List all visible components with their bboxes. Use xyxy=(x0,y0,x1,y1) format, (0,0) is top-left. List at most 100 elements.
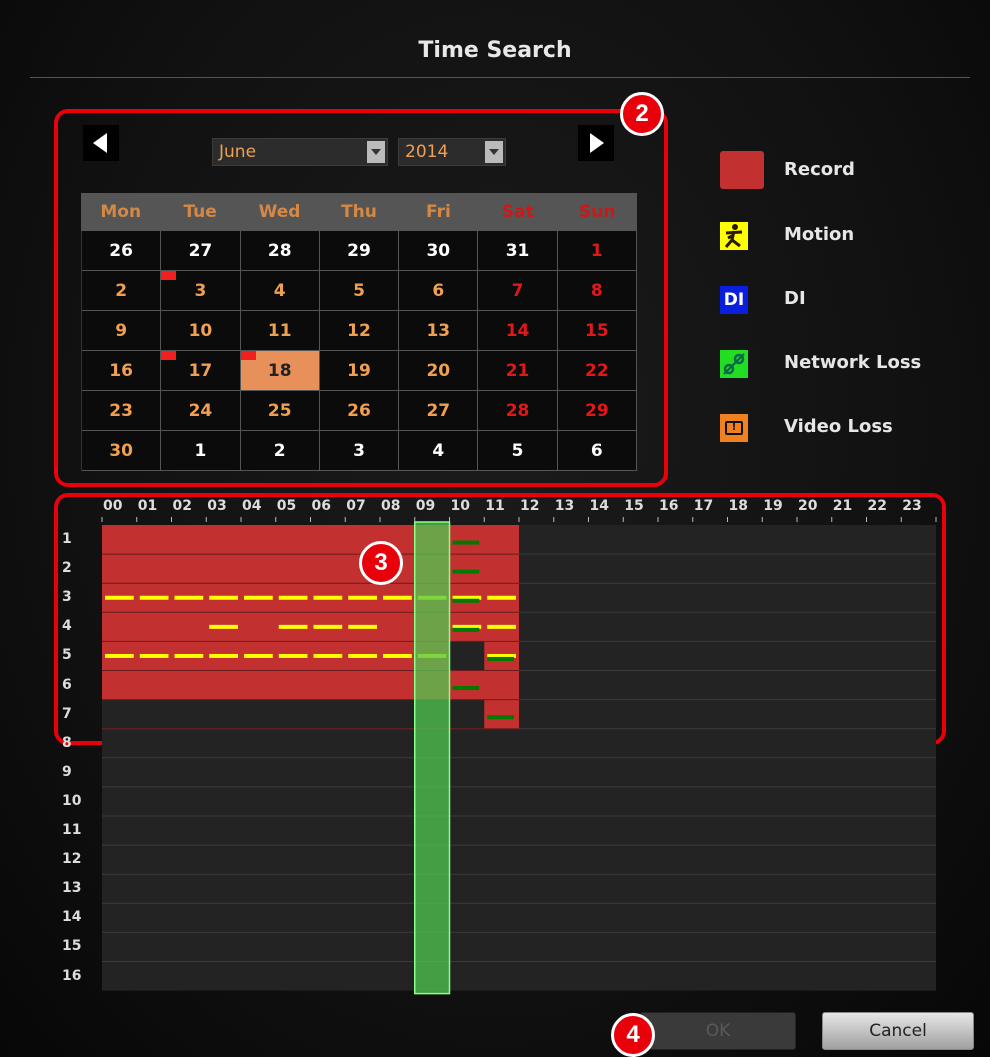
network-loss-icon xyxy=(720,350,748,378)
calendar-day[interactable]: 4 xyxy=(399,431,479,471)
weekday-sun: Sun xyxy=(579,202,616,222)
channel-label: 4 xyxy=(62,618,72,635)
calendar-day[interactable]: 16 xyxy=(82,351,162,391)
prev-month-button[interactable] xyxy=(83,125,119,161)
calendar-day-number: 25 xyxy=(267,401,292,421)
callout-badge-calendar: 2 xyxy=(620,92,664,136)
calendar-day[interactable]: 10 xyxy=(161,311,241,351)
calendar-day[interactable]: 7 xyxy=(478,271,558,311)
calendar-day[interactable]: 27 xyxy=(161,231,241,271)
calendar-day[interactable]: 29 xyxy=(319,231,400,271)
calendar-day[interactable]: 28 xyxy=(478,391,558,431)
calendar-day[interactable]: 6 xyxy=(557,431,637,471)
calendar-day-number: 2 xyxy=(273,441,286,461)
calendar-day[interactable]: 30 xyxy=(82,431,162,471)
calendar-day-number: 27 xyxy=(188,241,213,261)
calendar-day-number: 23 xyxy=(109,401,133,421)
calendar-day[interactable]: 1 xyxy=(557,231,637,271)
channel-label: 13 xyxy=(62,880,82,897)
calendar-day-number: 27 xyxy=(426,401,451,421)
calendar-day-number: 9 xyxy=(115,321,128,341)
record-flag-icon xyxy=(161,271,177,280)
calendar-day-number: 10 xyxy=(188,321,213,341)
calendar-day[interactable]: 1 xyxy=(161,431,241,471)
channel-label: 3 xyxy=(62,589,72,606)
di-icon-text: DI xyxy=(723,290,745,310)
calendar-day[interactable]: 2 xyxy=(240,431,320,471)
hour-label: 03 xyxy=(207,498,227,514)
hour-label: 00 xyxy=(103,498,123,514)
legend-label: Motion xyxy=(784,224,855,245)
calendar-day[interactable]: 31 xyxy=(478,231,558,271)
calendar-day[interactable]: 20 xyxy=(399,351,479,391)
calendar-day-number: 26 xyxy=(109,241,133,261)
hour-label: 09 xyxy=(415,498,436,514)
calendar-day[interactable]: 8 xyxy=(557,271,637,311)
calendar-day[interactable]: 27 xyxy=(399,391,479,431)
calendar-day-number: 11 xyxy=(267,321,292,341)
calendar-day[interactable]: 26 xyxy=(319,391,400,431)
calendar-day[interactable]: 21 xyxy=(478,351,558,391)
hour-label: 18 xyxy=(728,498,748,514)
calendar-day[interactable]: 26 xyxy=(82,231,162,271)
calendar-day-number: 6 xyxy=(432,281,445,301)
year-select[interactable]: 2014 xyxy=(398,138,506,166)
calendar-day-number: 22 xyxy=(585,361,609,381)
calendar-day[interactable]: 23 xyxy=(82,391,162,431)
calendar-day[interactable]: 14 xyxy=(478,311,558,351)
next-month-button[interactable] xyxy=(578,125,614,161)
calendar-day-number: 28 xyxy=(267,241,292,261)
calendar-day-number: 4 xyxy=(273,281,286,301)
channel-label: 9 xyxy=(62,763,72,780)
chevron-down-icon xyxy=(485,141,503,163)
year-select-value: 2014 xyxy=(405,142,449,162)
calendar-day-number: 31 xyxy=(505,241,530,261)
calendar-day-number: 29 xyxy=(347,241,371,261)
calendar-day[interactable]: 25 xyxy=(240,391,320,431)
calendar-day[interactable]: 13 xyxy=(399,311,479,351)
calendar-day-number: 6 xyxy=(590,441,603,461)
cancel-button[interactable]: Cancel xyxy=(822,1012,974,1050)
calendar-day[interactable]: 2 xyxy=(82,271,162,311)
calendar-day[interactable]: 24 xyxy=(161,391,241,431)
hour-label: 11 xyxy=(485,498,505,514)
calendar-day[interactable]: 5 xyxy=(319,271,400,311)
dialog-title: Time Search xyxy=(418,38,572,63)
calendar-day[interactable]: 3 xyxy=(161,271,241,311)
channel-label: 11 xyxy=(62,822,82,838)
di-icon: DI xyxy=(720,286,748,314)
calendar-day-selected[interactable]: 18 xyxy=(240,351,320,391)
chevron-down-icon xyxy=(367,141,385,163)
hour-label: 20 xyxy=(798,498,818,514)
ok-button[interactable]: OK xyxy=(640,1012,796,1050)
calendar-day[interactable]: 30 xyxy=(399,231,479,271)
record-flag-icon xyxy=(161,351,177,360)
weekday-mon: Mon xyxy=(100,202,142,222)
channel-label: 8 xyxy=(62,734,72,751)
calendar-day-number: 1 xyxy=(194,441,207,461)
calendar-day[interactable]: 9 xyxy=(82,311,162,351)
calendar-day[interactable]: 4 xyxy=(240,271,320,311)
calendar-day[interactable]: 28 xyxy=(240,231,320,271)
calendar-day[interactable]: 3 xyxy=(319,431,400,471)
weekday-header: Mon Tue Wed Thu Fri Sat Sun xyxy=(81,193,637,231)
calendar-day-number: 24 xyxy=(188,401,213,421)
calendar-day[interactable]: 5 xyxy=(478,431,558,471)
callout-badge-buttons: 4 xyxy=(611,1013,655,1057)
weekday-thu: Thu xyxy=(341,202,377,222)
hour-label: 06 xyxy=(311,498,331,514)
calendar-day[interactable]: 15 xyxy=(557,311,637,351)
hour-label: 22 xyxy=(867,498,887,514)
arrow-left-icon xyxy=(93,133,107,153)
calendar-day-number: 28 xyxy=(505,401,530,421)
calendar-day[interactable]: 17 xyxy=(161,351,241,391)
calendar-day[interactable]: 19 xyxy=(319,351,400,391)
calendar-day[interactable]: 22 xyxy=(557,351,637,391)
calendar-day[interactable]: 11 xyxy=(240,311,320,351)
calendar-day-number: 26 xyxy=(347,401,371,421)
calendar-day[interactable]: 12 xyxy=(319,311,400,351)
calendar-day[interactable]: 29 xyxy=(557,391,637,431)
month-select[interactable]: June xyxy=(212,138,388,166)
arrow-right-icon xyxy=(590,133,604,153)
calendar-day[interactable]: 6 xyxy=(399,271,479,311)
